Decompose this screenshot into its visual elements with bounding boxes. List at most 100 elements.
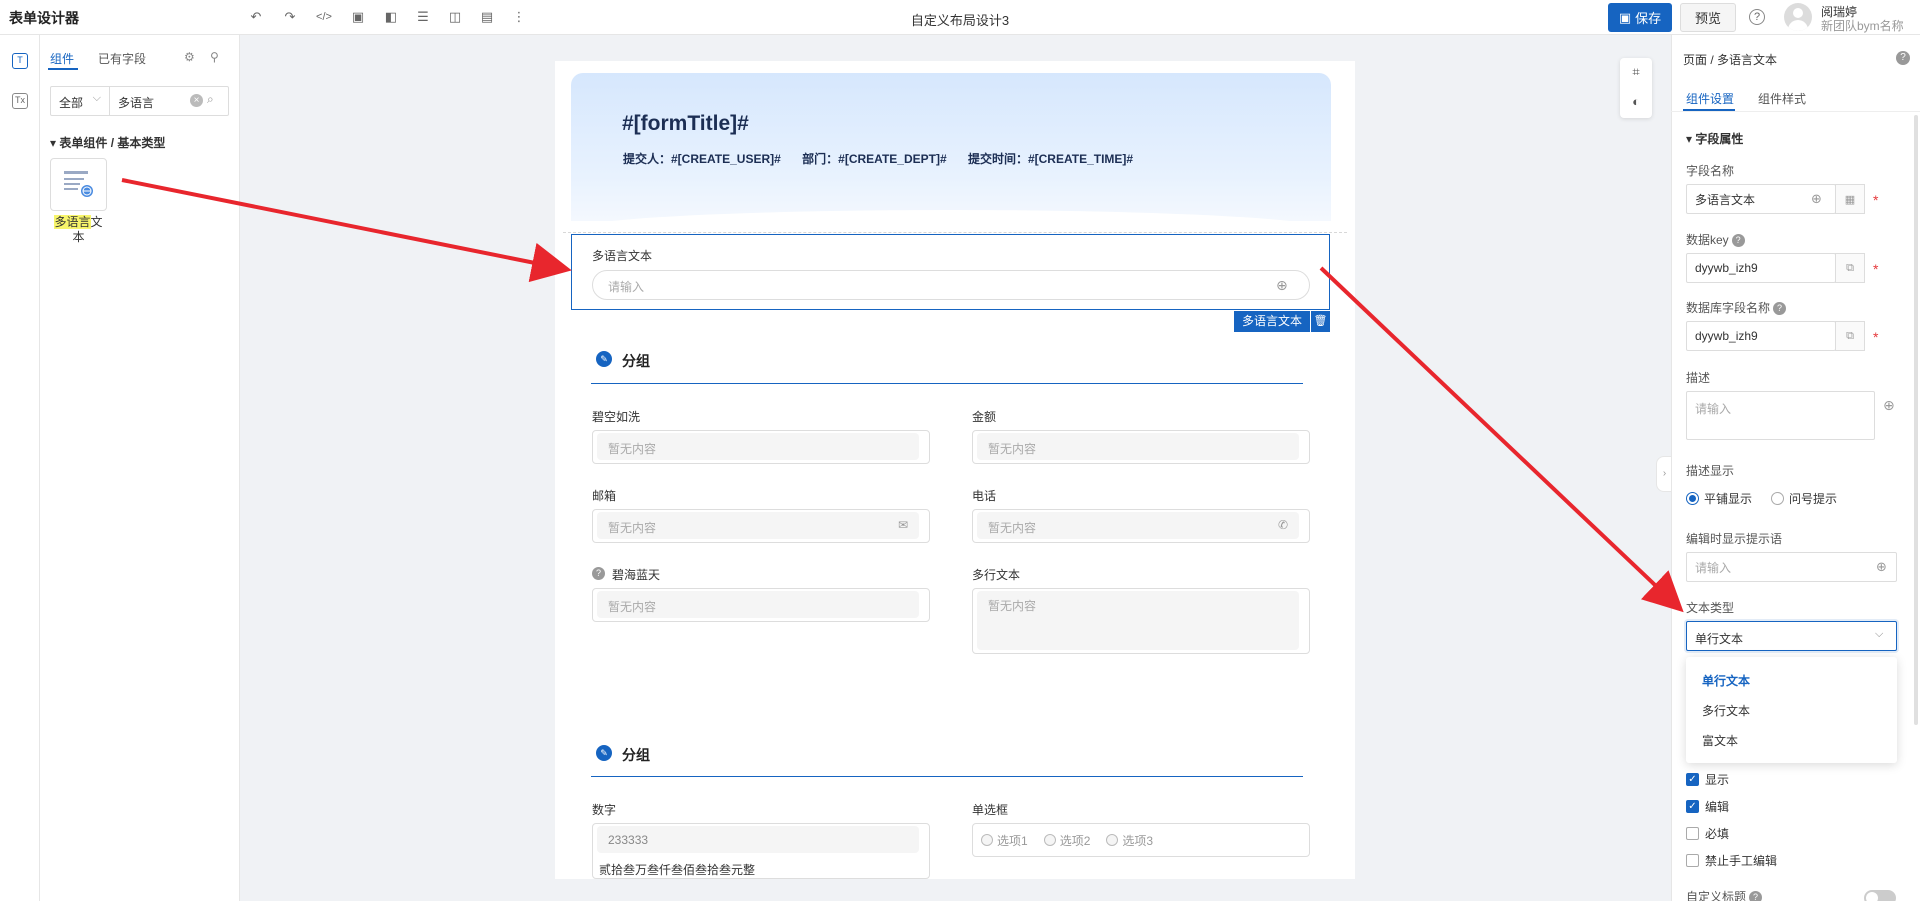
template-icon[interactable]: Tx (12, 93, 28, 109)
help-icon[interactable]: ? (1731, 234, 1745, 248)
field-label: 多语言文本 (592, 249, 653, 263)
left-rail (0, 35, 40, 901)
placeholder: 请输入 (608, 280, 645, 294)
delete-icon[interactable]: 🗑 (1311, 311, 1330, 332)
pin-icon[interactable]: ⚲ (210, 50, 219, 64)
checkbox-label: 必填 (1705, 827, 1730, 841)
db-field-label: 数据库字段名称? (1686, 299, 1787, 316)
dropdown-option-rich-text[interactable]: 富文本 (1702, 732, 1738, 749)
checkbox-disable-manual[interactable]: 禁止手工编辑 (1686, 852, 1777, 869)
code-icon[interactable]: </> (315, 8, 333, 26)
radio-label: 选项2 (1059, 833, 1091, 848)
field-label: 单选框 (972, 803, 1009, 817)
copy-icon[interactable]: ⧉ (1835, 321, 1865, 351)
multilang-text-input[interactable] (592, 270, 1310, 300)
edit-icon[interactable]: ✎ (596, 351, 612, 367)
checkbox-visible[interactable]: ✓ 显示 (1686, 771, 1729, 788)
radio-option-2[interactable]: 选项2 (1043, 832, 1091, 849)
save-button[interactable]: ▣ 保存 (1608, 3, 1672, 32)
globe-icon[interactable]: ⊕ (1883, 397, 1895, 414)
tab-component-settings[interactable]: 组件设置 (1686, 90, 1734, 107)
help-icon[interactable]: ? (1749, 891, 1763, 901)
redo-icon[interactable]: ↷ (281, 8, 299, 26)
radio-group: 选项1 选项2 选项3 (972, 823, 1310, 857)
data-key-input[interactable]: dyywb_izh9 (1686, 253, 1836, 283)
field-label: 电话 (972, 489, 997, 503)
custom-title-text: 自定义标题 (1686, 890, 1747, 901)
radio-label: 平铺显示 (1704, 492, 1753, 506)
undo-icon[interactable]: ↶ (247, 8, 265, 26)
radio-option-1[interactable]: 选项1 (981, 832, 1028, 849)
data-key-label: 数据key? (1686, 231, 1745, 248)
placeholder: 暂无内容 (988, 521, 1037, 535)
section-title: ▾ 字段属性 (1686, 132, 1744, 146)
form-header-banner (571, 73, 1331, 221)
placeholder: 暂无内容 (988, 442, 1037, 456)
doc-title: 自定义布局设计3 (910, 13, 1010, 28)
selected-component-tag[interactable]: 多语言文本 (1234, 311, 1310, 332)
category-filter-select[interactable]: 全部 (50, 86, 110, 116)
globe-icon[interactable]: ⊕ (1276, 277, 1288, 294)
dropdown-option-multi-line[interactable]: 多行文本 (1702, 702, 1750, 719)
desc-label: 描述 (1686, 371, 1711, 385)
user-team: 新团队bym名称 (1821, 19, 1904, 33)
phone-icon: ✆ (1278, 518, 1289, 532)
placeholder: 暂无内容 (608, 521, 657, 535)
multilang-text-icon (64, 171, 93, 197)
text-component-icon[interactable]: T (12, 53, 28, 69)
scrollbar[interactable] (1914, 115, 1918, 725)
tab-existing-fields[interactable]: 已有字段 (98, 50, 146, 67)
field-label: 数字 (592, 803, 617, 817)
category-label: 表单组件 / 基本类型 (59, 136, 166, 150)
category-title: ▾ 表单组件 / 基本类型 (50, 136, 166, 150)
meta-dept: 部门：#[CREATE_DEPT]# (802, 152, 947, 166)
form-meta: 提交人：#[CREATE_USER]# 部门：#[CREATE_DEPT]# 提… (623, 150, 1151, 167)
field-label: 碧空如洗 (592, 410, 641, 424)
section-label: 字段属性 (1695, 132, 1744, 146)
tab-components[interactable]: 组件 (50, 50, 74, 67)
db-field-input[interactable]: dyywb_izh9 (1686, 321, 1836, 351)
gear-icon[interactable]: ⚙ (184, 50, 195, 64)
desc-textarea[interactable]: 请输入 (1686, 391, 1875, 440)
custom-title-label: 自定义标题? (1686, 888, 1763, 901)
edit-hint-input[interactable]: 请输入 (1686, 552, 1897, 582)
db-field-text: 数据库字段名称 (1686, 301, 1771, 315)
palette-icon[interactable]: ◐ (1628, 94, 1644, 110)
search-icon[interactable]: ⌕ (207, 92, 214, 107)
globe-icon[interactable]: ⊕ (1876, 559, 1887, 575)
radio-option-3[interactable]: 选项3 (1106, 832, 1153, 849)
layout-icon[interactable]: ◧ (382, 8, 400, 26)
checkbox-required[interactable]: 必填 (1686, 825, 1729, 842)
preview-button[interactable]: 预览 (1680, 3, 1736, 32)
custom-title-toggle[interactable] (1864, 890, 1896, 901)
database-icon[interactable]: ☰ (414, 8, 432, 26)
placeholder: 暂无内容 (988, 599, 1037, 613)
checkbox-editable[interactable]: ✓ 编辑 (1686, 798, 1729, 815)
breadcrumb: 页面 / 多语言文本 (1683, 53, 1778, 67)
edit-icon[interactable]: ✎ (596, 745, 612, 761)
save-label: 保存 (1635, 11, 1662, 26)
note-icon[interactable]: ▤ (478, 8, 496, 26)
globe-icon[interactable]: ⊕ (1811, 191, 1822, 207)
field-picker-icon[interactable]: ▦ (1835, 184, 1865, 214)
chart-icon[interactable]: ◫ (446, 8, 464, 26)
node-structure-icon[interactable]: ⌗ (1628, 64, 1644, 80)
more-icon[interactable]: ⋮ (510, 8, 528, 26)
dropdown-option-single-line[interactable]: 单行文本 (1702, 672, 1750, 689)
radio-tile-display[interactable]: 平铺显示 (1686, 490, 1752, 507)
avatar[interactable] (1784, 3, 1812, 31)
radio-question-tip[interactable]: 问号提示 (1771, 490, 1837, 507)
clear-icon[interactable]: × (190, 94, 203, 107)
edit-hint-label: 编辑时显示提示语 (1686, 532, 1783, 546)
collapse-handle[interactable]: › (1656, 456, 1672, 492)
image-icon[interactable]: ▣ (349, 8, 367, 26)
tab-component-style[interactable]: 组件样式 (1758, 90, 1806, 107)
group-title: 分组 (622, 353, 650, 369)
help-icon[interactable]: ? (1773, 302, 1787, 316)
help-icon[interactable]: ? (1749, 9, 1765, 25)
chevron-down-icon: ⌵ (1875, 628, 1884, 640)
help-icon[interactable]: ? (592, 567, 605, 580)
copy-icon[interactable]: ⧉ (1835, 253, 1865, 283)
text-type-select[interactable]: 单行文本 (1686, 621, 1897, 651)
help-icon[interactable]: ? (1896, 51, 1910, 65)
